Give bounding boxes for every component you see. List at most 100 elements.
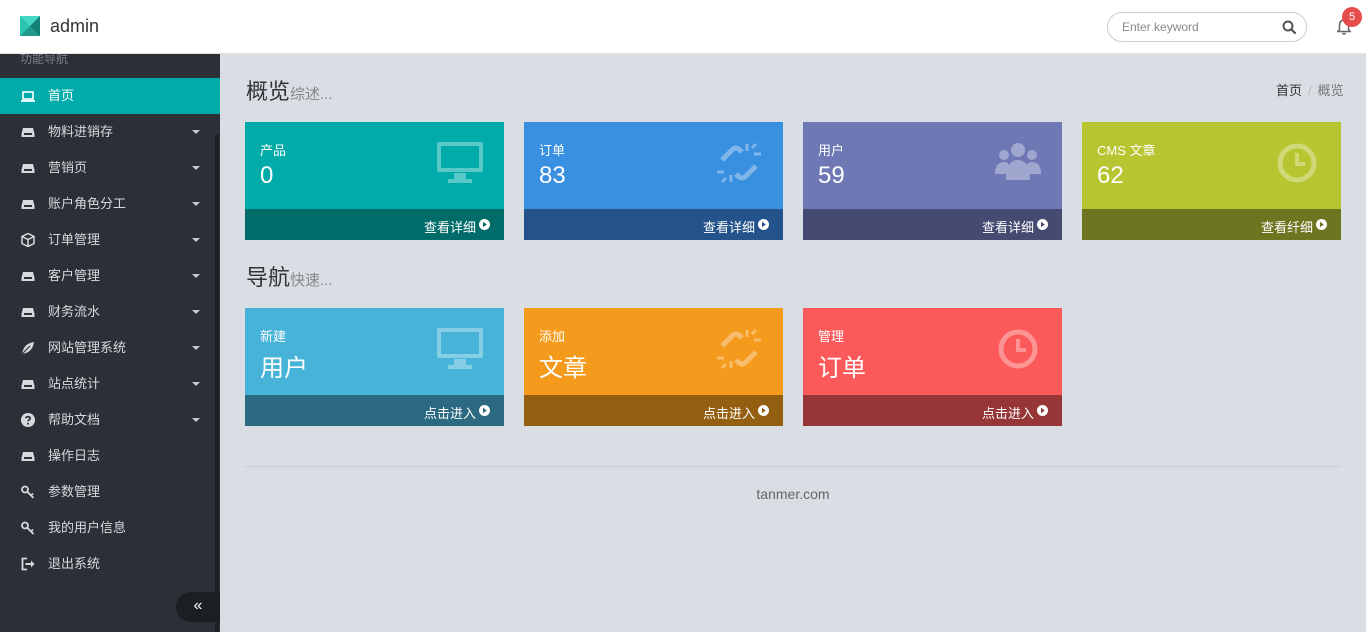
sidebar-item-marketing[interactable]: 营销页: [0, 150, 220, 186]
chevron-down-icon: [192, 130, 200, 134]
desktop-icon: [437, 328, 483, 369]
card-footer[interactable]: 查看详细: [245, 209, 504, 240]
sidebar-item-label: 财务流水: [48, 304, 101, 319]
sidebar-item-customers[interactable]: 客户管理: [0, 258, 220, 294]
sidebar-item-orders[interactable]: 订单管理: [0, 222, 220, 258]
stat-card-products: 产品 0 查看详细: [245, 122, 504, 240]
card-label: 用户: [818, 143, 845, 158]
card-label: 产品: [260, 143, 287, 158]
enter-link[interactable]: 点击进入: [982, 403, 1034, 422]
stat-card-orders: 订单 83 查看详细: [524, 122, 783, 240]
enter-link[interactable]: 点击进入: [703, 403, 755, 422]
card-footer[interactable]: 点击进入: [245, 395, 504, 426]
sidebar-title: 功能导航: [20, 54, 69, 64]
card-value: 59: [818, 162, 845, 189]
top-header: admin 5: [0, 0, 1366, 54]
sidebar: 功能导航 首页 物料进销存 营销页 账户角色分工 订单管理 客户管理 财务流水 …: [0, 54, 220, 632]
search-icon[interactable]: [1282, 20, 1296, 34]
card-footer[interactable]: 查看详细: [803, 209, 1062, 240]
arrow-circle-right-icon: [1037, 405, 1048, 416]
enter-link[interactable]: 点击进入: [424, 403, 476, 422]
inbox-icon: [21, 308, 35, 317]
card-footer[interactable]: 点击进入: [524, 395, 783, 426]
clock-icon: [998, 329, 1038, 369]
sidebar-item-label: 操作日志: [48, 448, 101, 463]
sidebar-item-operation-log[interactable]: 操作日志: [0, 438, 220, 474]
search-input[interactable]: [1122, 19, 1272, 35]
card-footer[interactable]: 查看详细: [524, 209, 783, 240]
view-details-link[interactable]: 查看详细: [982, 217, 1034, 236]
sidebar-item-label: 首页: [48, 88, 75, 103]
arrow-circle-right-icon: [479, 405, 490, 416]
chevron-down-icon: [192, 202, 200, 206]
sidebar-item-label: 账户角色分工: [48, 196, 127, 211]
arrow-circle-right-icon: [479, 219, 490, 230]
card-footer[interactable]: 查看纤细: [1082, 209, 1341, 240]
card-label: 新建: [260, 329, 287, 344]
quick-card-add-article[interactable]: 添加 文章 点击进入: [524, 308, 783, 426]
cube-icon: [21, 233, 35, 247]
sidebar-item-my-profile[interactable]: 我的用户信息: [0, 510, 220, 546]
leaf-icon: [21, 342, 34, 355]
view-details-link[interactable]: 查看详细: [703, 217, 755, 236]
chevron-down-icon: [192, 310, 200, 314]
sidebar-item-site-management[interactable]: 网站管理系统: [0, 330, 220, 366]
quicknav-title: 导航快速...: [246, 260, 333, 292]
sidebar-item-help-docs[interactable]: 帮助文档: [0, 402, 220, 438]
laptop-icon: [21, 91, 35, 102]
inbox-icon: [21, 452, 35, 461]
sidebar-item-logout[interactable]: 退出系统: [0, 546, 220, 582]
sidebar-item-label: 站点统计: [48, 376, 101, 391]
arrow-circle-right-icon: [1037, 219, 1048, 230]
chain-broken-icon: [717, 142, 761, 184]
inbox-icon: [21, 272, 35, 281]
sidebar-item-label: 客户管理: [48, 268, 101, 283]
inbox-icon: [21, 380, 35, 389]
breadcrumb-current: 概览: [1317, 83, 1344, 98]
sidebar-item-home[interactable]: 首页: [0, 78, 220, 114]
sidebar-collapse-button[interactable]: «: [176, 592, 220, 622]
search-box: [1107, 12, 1307, 42]
card-label: 订单: [539, 143, 566, 158]
section-subtitle: 综述...: [290, 86, 333, 103]
card-label: 管理: [818, 329, 845, 344]
desktop-icon: [437, 142, 483, 183]
key-icon: [21, 521, 35, 535]
sidebar-item-finance[interactable]: 财务流水: [0, 294, 220, 330]
card-value: 订单: [818, 355, 866, 382]
arrow-circle-right-icon: [1316, 219, 1327, 230]
sidebar-item-inventory[interactable]: 物料进销存: [0, 114, 220, 150]
view-details-link[interactable]: 查看详细: [424, 217, 476, 236]
sidebar-item-label: 营销页: [48, 160, 88, 175]
users-icon: [995, 143, 1041, 180]
logo-icon[interactable]: [20, 16, 40, 36]
chevron-down-icon: [192, 418, 200, 422]
sidebar-item-label: 物料进销存: [48, 124, 114, 139]
stat-card-users: 用户 59 查看详细: [803, 122, 1062, 240]
chevron-down-icon: [192, 346, 200, 350]
breadcrumb-separator: /: [1308, 83, 1312, 98]
inbox-icon: [21, 128, 35, 137]
quick-card-new-user[interactable]: 新建 用户 点击进入: [245, 308, 504, 426]
section-subtitle: 快速...: [290, 272, 333, 289]
breadcrumb-home[interactable]: 首页: [1276, 83, 1302, 98]
card-footer[interactable]: 点击进入: [803, 395, 1062, 426]
section-title-text: 概览: [246, 79, 291, 104]
card-value: 0: [260, 162, 274, 189]
breadcrumb: 首页 / 概览: [1276, 80, 1344, 99]
sidebar-item-account-roles[interactable]: 账户角色分工: [0, 186, 220, 222]
chain-broken-icon: [717, 328, 761, 370]
sidebar-item-label: 我的用户信息: [48, 520, 127, 535]
question-icon: [21, 413, 35, 427]
brand-name[interactable]: admin: [50, 16, 99, 37]
footer-text[interactable]: tanmer.com: [220, 486, 1366, 502]
sidebar-item-parameters[interactable]: 参数管理: [0, 474, 220, 510]
sidebar-item-label: 参数管理: [48, 484, 101, 499]
quick-card-manage-orders[interactable]: 管理 订单 点击进入: [803, 308, 1062, 426]
chevron-down-icon: [192, 166, 200, 170]
card-value: 62: [1097, 162, 1124, 189]
view-details-link[interactable]: 查看纤细: [1261, 217, 1313, 236]
chevron-down-icon: [192, 274, 200, 278]
key-icon: [21, 485, 35, 499]
sidebar-item-site-stats[interactable]: 站点统计: [0, 366, 220, 402]
